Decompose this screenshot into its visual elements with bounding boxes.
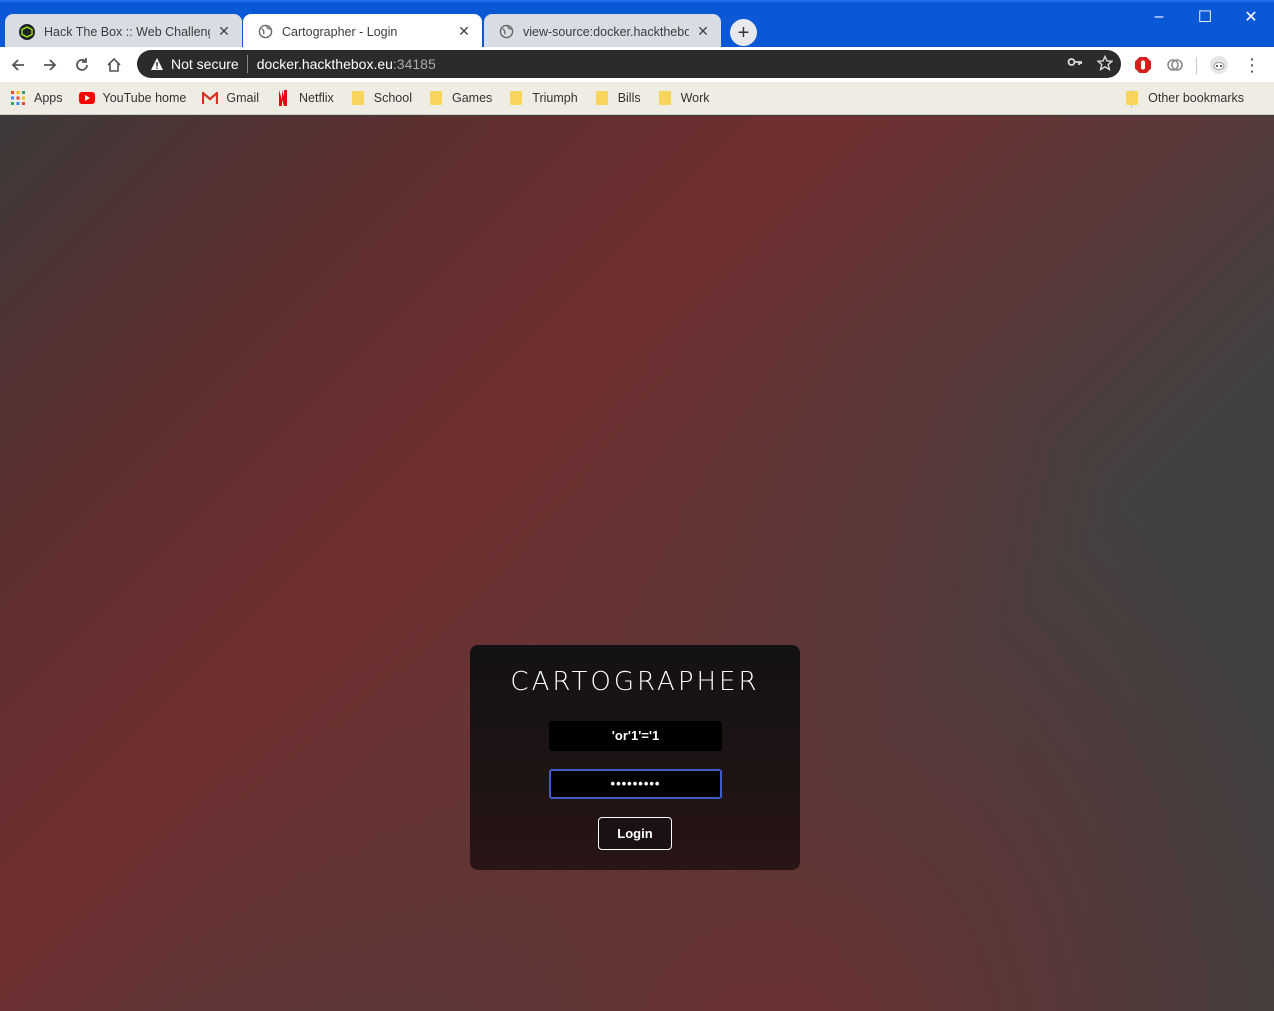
- bookmark-label: Gmail: [226, 91, 260, 105]
- key-icon[interactable]: [1067, 55, 1083, 74]
- apps-grid-icon: [10, 90, 26, 106]
- bookmark-triumph[interactable]: Triumph: [508, 90, 578, 106]
- login-button[interactable]: Login: [598, 817, 672, 850]
- warning-icon: [149, 56, 165, 72]
- bookmark-youtube[interactable]: YouTube home: [78, 90, 187, 106]
- browser-toolbar: Not secure docker.hackthebox.eu:34185 ⋮: [0, 47, 1274, 82]
- bookmark-label: Bills: [617, 91, 641, 105]
- bookmark-label: School: [373, 91, 412, 105]
- tab-view-source[interactable]: view-source:docker.hackthebox.e ✕: [484, 14, 721, 49]
- url-port: :34185: [392, 56, 436, 72]
- window-close-icon[interactable]: ✕: [1228, 2, 1274, 32]
- bookmark-label: YouTube home: [102, 91, 187, 105]
- bookmark-label: Apps: [34, 91, 63, 105]
- url-host: docker.hackthebox.eu: [256, 56, 393, 72]
- username-input[interactable]: 'or'1'='1: [549, 721, 722, 751]
- security-label[interactable]: Not secure: [171, 56, 239, 72]
- bookmark-work[interactable]: Work: [657, 90, 710, 106]
- reload-icon[interactable]: [68, 51, 96, 79]
- bookmark-label: Games: [452, 91, 493, 105]
- bookmark-label: Work: [680, 91, 710, 105]
- bookmark-gmail[interactable]: Gmail: [202, 90, 259, 106]
- folder-icon: [657, 90, 673, 106]
- bookmark-label: Netflix: [299, 91, 334, 105]
- tab-title: view-source:docker.hackthebox.e: [523, 24, 689, 39]
- omnibox-divider: [246, 55, 248, 73]
- bookmarks-bar: Apps YouTube home Gmail Netflix School G…: [0, 82, 1274, 115]
- bookmark-bills[interactable]: Bills: [594, 90, 641, 106]
- toolbar-divider: [1196, 57, 1197, 75]
- bookmark-netflix[interactable]: Netflix: [275, 90, 334, 106]
- close-icon[interactable]: ✕: [456, 23, 472, 40]
- bookmark-other[interactable]: Other bookmarks: [1124, 90, 1244, 106]
- page-content: CARTOGRAPHER 'or'1'='1 ••••••••• Login: [0, 116, 1274, 1011]
- address-bar[interactable]: Not secure docker.hackthebox.eu:34185: [137, 50, 1121, 78]
- hackthebox-icon: [19, 23, 35, 40]
- browser-tab-strip: Hack The Box :: Web Challenges ✕ Cartogr…: [0, 0, 1274, 49]
- profile-avatar-icon[interactable]: [1205, 51, 1233, 79]
- tab-hackthebox[interactable]: Hack The Box :: Web Challenges ✕: [5, 14, 242, 49]
- youtube-icon: [78, 90, 95, 106]
- folder-icon: [350, 90, 366, 106]
- gmail-icon: [202, 90, 219, 106]
- tab-cartographer-login[interactable]: Cartographer - Login ✕: [243, 14, 482, 49]
- globe-icon: [498, 24, 514, 40]
- extension-icon[interactable]: [1161, 51, 1189, 79]
- cartographer-logo: CARTOGRAPHER: [510, 667, 760, 697]
- login-panel: CARTOGRAPHER 'or'1'='1 ••••••••• Login: [470, 645, 800, 870]
- tab-title: Hack The Box :: Web Challenges: [44, 24, 210, 39]
- tab-title: Cartographer - Login: [282, 24, 398, 39]
- bookmark-school[interactable]: School: [350, 90, 412, 106]
- bookmark-apps[interactable]: Apps: [10, 90, 63, 106]
- maximize-icon[interactable]: ☐: [1182, 2, 1228, 32]
- folder-icon: [594, 90, 610, 106]
- home-icon[interactable]: [100, 51, 128, 79]
- netflix-icon: [275, 90, 291, 106]
- minimize-icon[interactable]: –: [1136, 2, 1182, 32]
- menu-kebab-icon[interactable]: ⋮: [1238, 51, 1266, 79]
- bookmark-star-icon[interactable]: [1096, 54, 1114, 74]
- folder-icon: [428, 90, 444, 106]
- close-icon[interactable]: ✕: [216, 23, 232, 40]
- folder-icon: [508, 90, 524, 106]
- bookmark-label: Triumph: [532, 91, 578, 105]
- folder-icon: [1124, 90, 1140, 106]
- new-tab-button[interactable]: +: [730, 19, 757, 46]
- adblock-icon[interactable]: [1129, 51, 1157, 79]
- bookmark-games[interactable]: Games: [428, 90, 492, 106]
- back-icon[interactable]: [4, 51, 32, 79]
- password-input[interactable]: •••••••••: [549, 769, 722, 799]
- globe-icon: [257, 24, 273, 40]
- forward-icon[interactable]: [36, 51, 64, 79]
- close-icon[interactable]: ✕: [695, 23, 711, 40]
- bookmark-label: Other bookmarks: [1148, 91, 1244, 105]
